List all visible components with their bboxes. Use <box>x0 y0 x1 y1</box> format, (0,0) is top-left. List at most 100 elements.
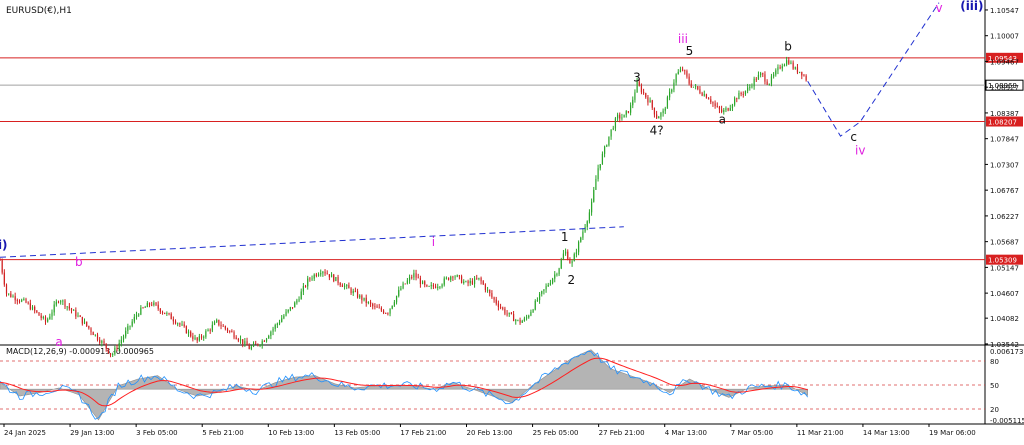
candle-body <box>53 304 55 313</box>
candle-body <box>18 300 21 302</box>
price-tick-label: 1.05687 <box>990 239 1019 247</box>
candle-body <box>601 153 604 165</box>
time-tick-label: 10 Feb 13:00 <box>268 429 314 437</box>
candle-body <box>727 108 729 111</box>
candle-body <box>77 315 79 317</box>
time-tick-label: 24 Jan 2025 <box>4 429 46 437</box>
candle-body <box>703 94 705 96</box>
candle-body <box>781 66 783 69</box>
candle-body <box>790 62 792 64</box>
candle-body <box>203 336 205 338</box>
candle-body <box>775 70 777 75</box>
candle-body <box>255 343 257 345</box>
candle-body <box>31 306 34 310</box>
candle-body <box>387 313 389 315</box>
candle-body <box>337 277 339 284</box>
candle-body <box>90 328 92 333</box>
candle-body <box>25 299 27 303</box>
wave-label: b <box>784 39 792 53</box>
candle-body <box>786 60 788 65</box>
candle-body <box>213 322 216 325</box>
candle-body <box>218 319 220 326</box>
candle-body <box>86 321 88 326</box>
candle-body <box>796 67 799 73</box>
candle-body <box>112 354 114 355</box>
candle-body <box>718 106 721 110</box>
candle-body <box>164 312 166 314</box>
candle-body <box>530 311 532 316</box>
candle-body <box>757 74 760 80</box>
candle-body <box>144 307 146 308</box>
candle-body <box>380 307 382 311</box>
candle-body <box>246 341 248 346</box>
candle-body <box>96 334 99 340</box>
candle-body <box>497 303 500 307</box>
candle-body <box>335 277 337 282</box>
candle-body <box>127 326 129 331</box>
candle-body <box>439 286 441 288</box>
wave-label: a <box>55 335 62 349</box>
candle-body <box>29 303 31 310</box>
candle-body <box>207 329 209 332</box>
candle-body <box>486 289 489 291</box>
candle-body <box>42 316 44 318</box>
candle-body <box>419 278 421 285</box>
candle-body <box>586 221 588 227</box>
candle-body <box>606 145 608 147</box>
candle-body <box>68 306 70 309</box>
candle-body <box>714 103 716 107</box>
macd-tick-label: 80 <box>990 358 999 366</box>
candle-body <box>313 274 315 279</box>
candle-body <box>38 312 40 316</box>
candle-body <box>146 303 148 308</box>
candle-body <box>250 346 252 350</box>
candle-body <box>404 283 406 285</box>
candle-body <box>47 319 49 322</box>
candle-body <box>632 99 634 106</box>
candle-body <box>773 74 775 77</box>
candle-body <box>226 328 229 332</box>
candle-body <box>10 293 12 298</box>
candle-body <box>454 276 456 278</box>
wave-label: 4? <box>650 124 664 138</box>
candle-body <box>666 97 669 109</box>
candle-body <box>616 114 619 119</box>
candle-body <box>40 315 42 318</box>
candle-body <box>352 290 354 294</box>
candle-body <box>0 260 1 261</box>
candle-body <box>116 347 118 349</box>
candle-body <box>125 330 127 337</box>
time-tick-label: 7 Mar 05:00 <box>731 429 773 437</box>
candle-body <box>268 336 270 339</box>
candle-body <box>365 297 367 303</box>
candle-body <box>248 345 250 350</box>
candle-body <box>73 310 75 311</box>
candle-body <box>307 278 309 287</box>
candle-body <box>441 284 443 287</box>
candle-body <box>712 102 714 104</box>
candle-body <box>209 329 211 331</box>
candle-body <box>465 281 467 283</box>
price-tick-label: 1.10547 <box>990 7 1019 15</box>
candle-body <box>528 315 530 318</box>
candle-body <box>551 278 554 284</box>
price-tick-label: 1.05147 <box>990 264 1019 272</box>
candle-body <box>627 111 630 113</box>
candle-body <box>543 289 545 292</box>
candle-body <box>8 293 10 295</box>
candle-body <box>777 67 779 71</box>
candle-body <box>281 318 283 323</box>
candle-body <box>484 284 487 290</box>
candle-body <box>456 275 458 277</box>
time-tick-label: 19 Mar 06:00 <box>929 429 976 437</box>
candle-body <box>395 295 398 303</box>
candle-body <box>716 106 718 107</box>
candle-body <box>437 286 439 288</box>
candle-body <box>315 274 317 276</box>
candle-body <box>369 301 372 304</box>
candle-body <box>506 313 508 315</box>
candle-body <box>473 278 476 284</box>
candle-body <box>259 345 261 346</box>
candle-body <box>562 253 565 260</box>
candle-body <box>300 291 302 300</box>
